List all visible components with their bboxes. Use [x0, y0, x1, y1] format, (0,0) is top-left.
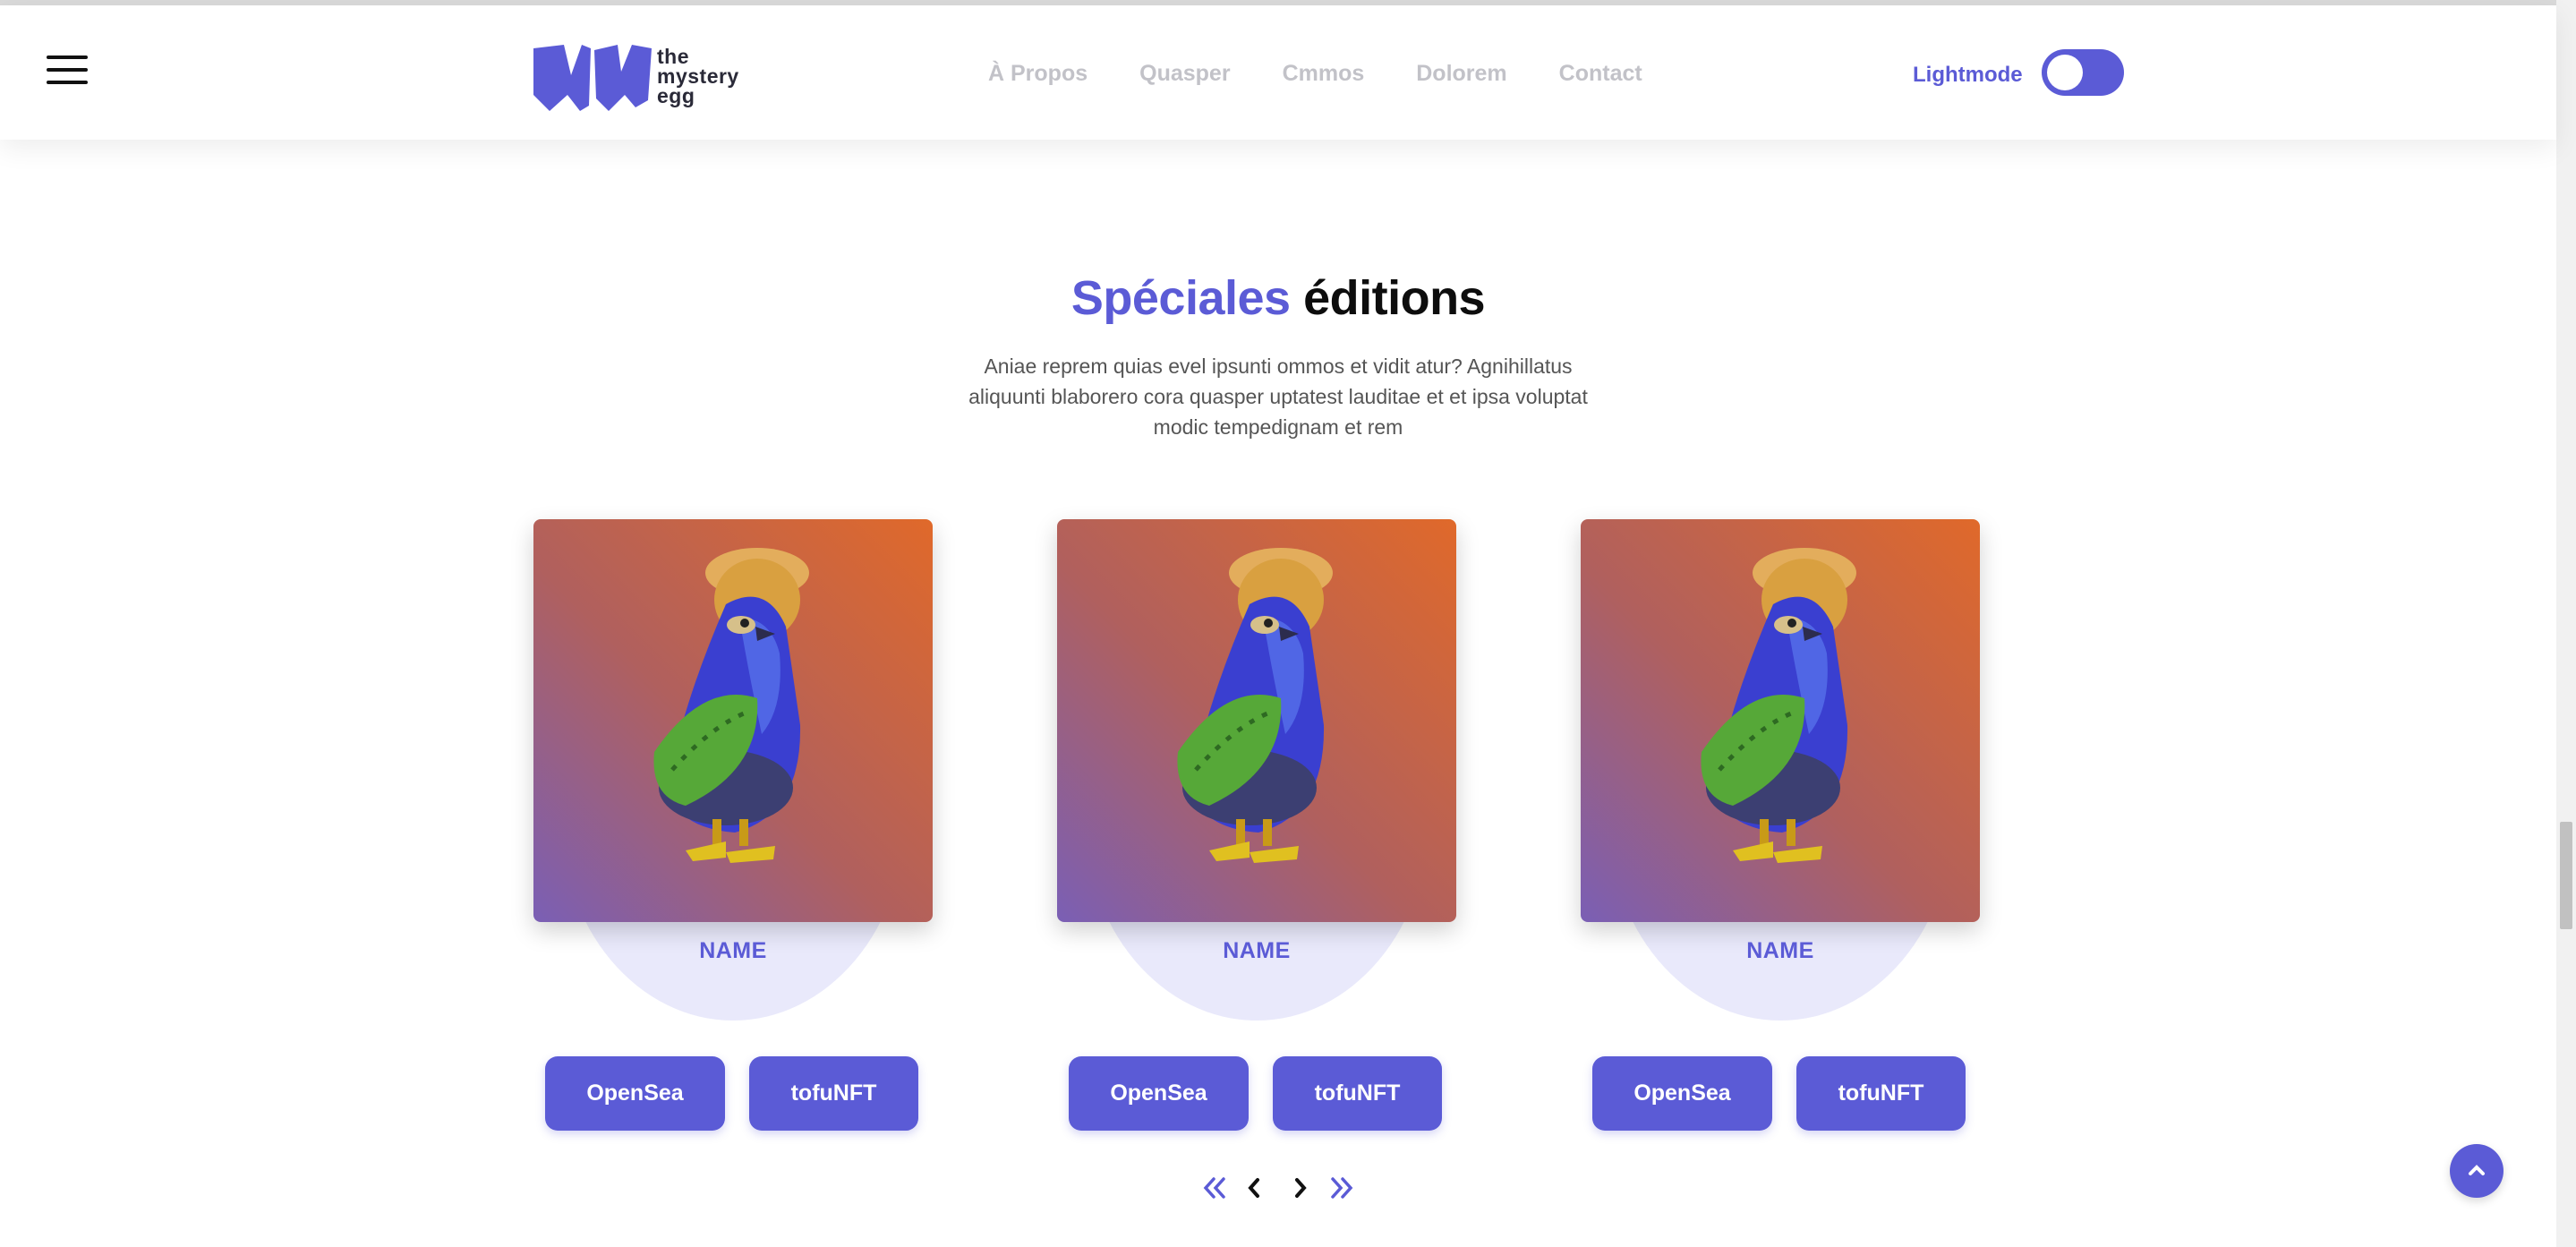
chevron-up-icon — [2469, 1165, 2485, 1175]
scrollbar-thumb[interactable] — [2560, 822, 2572, 929]
nft-image[interactable] — [1057, 519, 1456, 922]
tofunft-button[interactable]: tofuNFT — [1273, 1056, 1442, 1131]
mode-label: Lightmode — [1913, 63, 2023, 87]
nav-item-dolorem[interactable]: Dolorem — [1416, 61, 1506, 87]
nft-image[interactable] — [1581, 519, 1980, 922]
scrollbar[interactable] — [2556, 0, 2576, 1247]
nft-card: NAME — [1057, 519, 1456, 1021]
tofunft-button[interactable]: tofuNFT — [749, 1056, 918, 1131]
opensea-button[interactable]: OpenSea — [1592, 1056, 1772, 1131]
section-title-rest: éditions — [1303, 271, 1486, 325]
double-chevron-right-icon[interactable] — [1326, 1170, 1357, 1206]
opensea-button[interactable]: OpenSea — [1069, 1056, 1249, 1131]
tofunft-button[interactable]: tofuNFT — [1796, 1056, 1966, 1131]
site-header: the mystery egg À Propos Quasper Cmmos D… — [0, 5, 2556, 140]
bird-illustration-icon — [1177, 548, 1333, 863]
nft-card: NAME — [1581, 519, 1980, 1021]
logo-text: the mystery egg — [657, 45, 739, 107]
section-title-accent: Spéciales — [1070, 271, 1291, 325]
chevron-left-icon[interactable] — [1242, 1170, 1266, 1206]
section-title: Spéciales éditions — [0, 270, 2556, 326]
nav-item-cmmos[interactable]: Cmmos — [1283, 61, 1365, 87]
logo-text-line: mystery — [657, 64, 739, 88]
toggle-knob — [2047, 55, 2083, 90]
double-chevron-left-icon[interactable] — [1199, 1170, 1230, 1206]
logo-text-line: the — [657, 45, 689, 68]
nav-item-a-propos[interactable]: À Propos — [988, 61, 1088, 87]
logo[interactable]: the mystery egg — [532, 41, 746, 113]
nft-name: NAME — [699, 938, 767, 963]
nft-image[interactable] — [533, 519, 933, 922]
nav-item-quasper[interactable]: Quasper — [1139, 61, 1230, 87]
section-description: Aniae reprem quias evel ipsunti ommos et… — [968, 354, 1588, 439]
bird-illustration-icon — [1701, 548, 1856, 863]
logo-mark-icon — [533, 45, 652, 111]
hamburger-menu-icon[interactable] — [47, 56, 88, 84]
back-to-top-button[interactable] — [2450, 1144, 2503, 1198]
bird-illustration-icon — [653, 548, 809, 863]
nft-name: NAME — [1223, 938, 1291, 963]
main-nav: À Propos Quasper Cmmos Dolorem Contact — [988, 61, 1694, 87]
nft-card: NAME — [533, 519, 933, 1021]
nav-item-contact[interactable]: Contact — [1559, 61, 1642, 87]
lightmode-toggle[interactable] — [2042, 49, 2124, 96]
nft-name: NAME — [1746, 938, 1814, 963]
opensea-button[interactable]: OpenSea — [545, 1056, 725, 1131]
chevron-right-icon[interactable] — [1289, 1170, 1312, 1206]
logo-text-line: egg — [657, 84, 695, 107]
